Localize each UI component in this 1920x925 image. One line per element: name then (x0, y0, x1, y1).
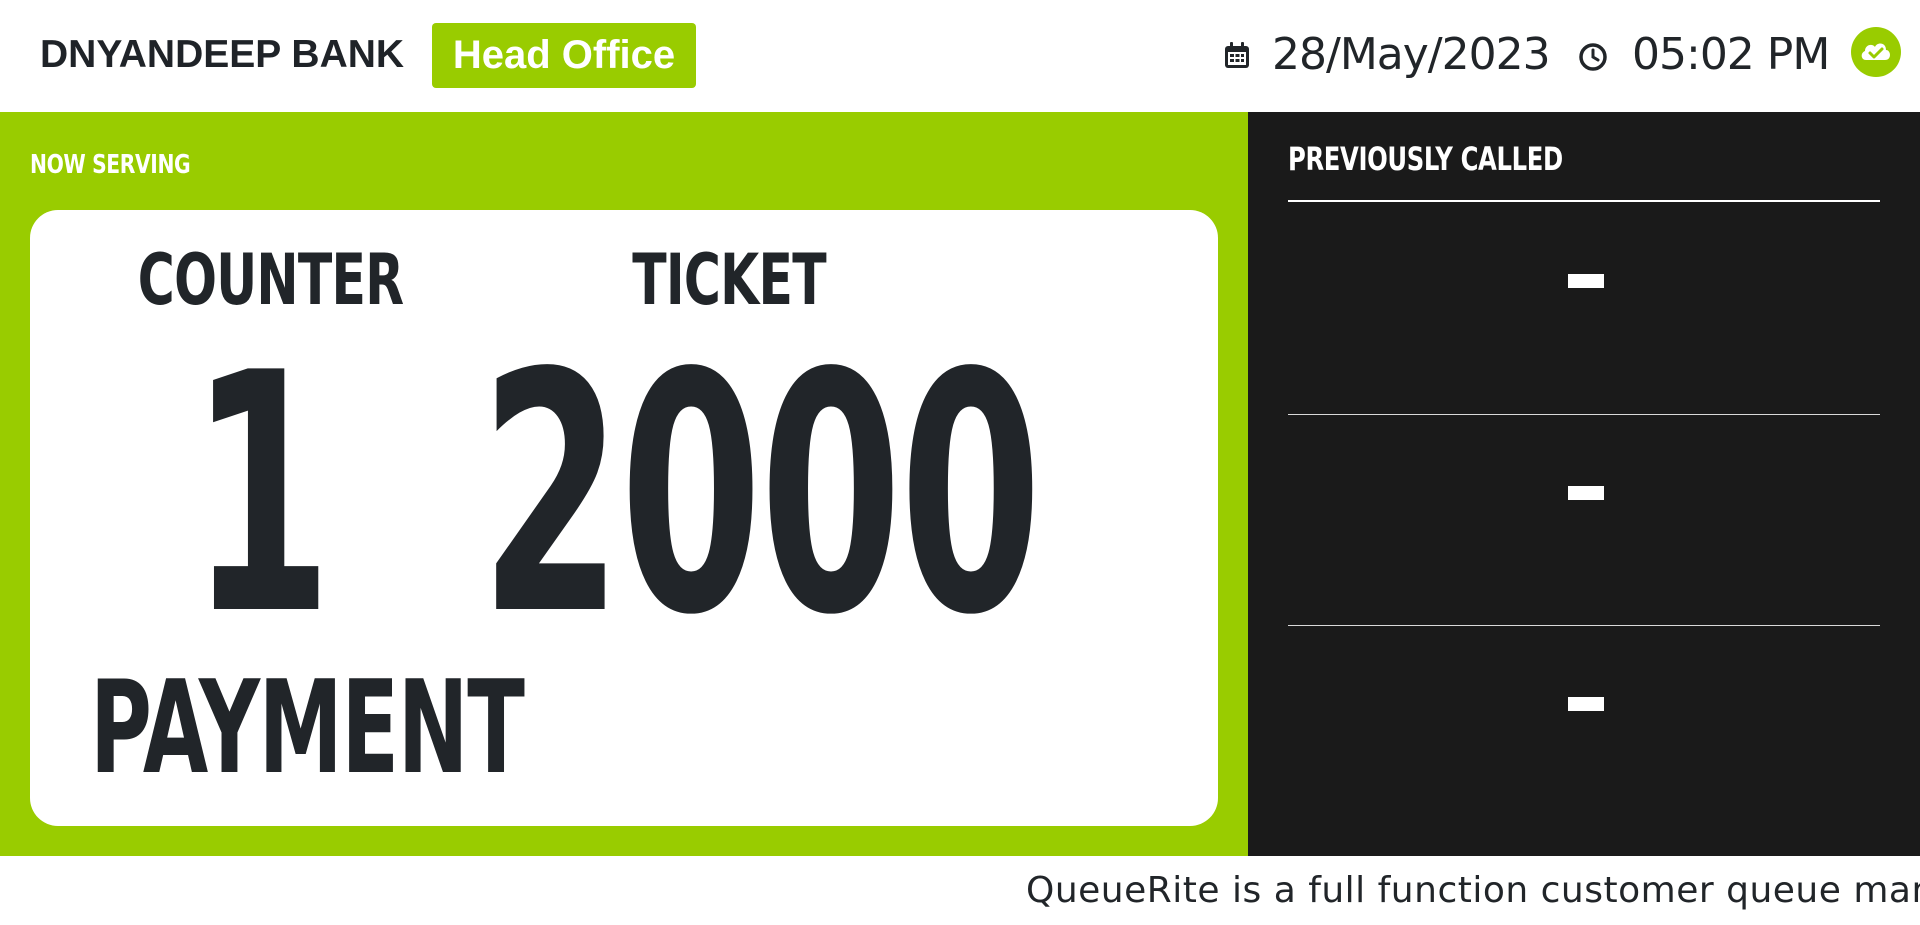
previously-called-panel: PREVIOUSLY CALLED (1248, 112, 1920, 856)
date-time-display: 28/May/2023 05:02 PM (1200, 22, 1920, 88)
previously-called-label: PREVIOUSLY CALLED (1288, 140, 1563, 178)
ticket-number: 2000 (480, 303, 1042, 687)
header-bar: DNYANDEEP BANK Head Office 28/May/2023 0… (0, 0, 1920, 112)
cloud-check-icon (1851, 27, 1901, 77)
bank-name: DNYANDEEP BANK (40, 33, 405, 76)
current-time: 05:02 PM (1632, 29, 1830, 80)
empty-ticket-dash (1568, 274, 1604, 288)
news-ticker: QueueRite is a full function customer qu… (0, 856, 1920, 925)
now-serving-label: NOW SERVING (30, 150, 191, 180)
counter-number: 1 (190, 303, 332, 687)
current-date: 28/May/2023 (1272, 29, 1551, 80)
empty-ticket-dash (1568, 697, 1604, 711)
previous-ticket-item (1288, 202, 1880, 412)
previous-ticket-item (1288, 625, 1880, 835)
branch-badge: Head Office (432, 23, 696, 88)
now-serving-card: COUNTER TICKET 1 2000 PAYMENT (30, 210, 1218, 826)
previous-ticket-item (1288, 414, 1880, 624)
clock-icon (1579, 43, 1607, 71)
service-name: PAYMENT (90, 654, 525, 803)
now-serving-panel: NOW SERVING COUNTER TICKET 1 2000 PAYMEN… (0, 112, 1248, 856)
ticker-text: QueueRite is a full function customer qu… (1026, 870, 1920, 911)
empty-ticket-dash (1568, 486, 1604, 500)
calendar-icon (1225, 42, 1249, 68)
